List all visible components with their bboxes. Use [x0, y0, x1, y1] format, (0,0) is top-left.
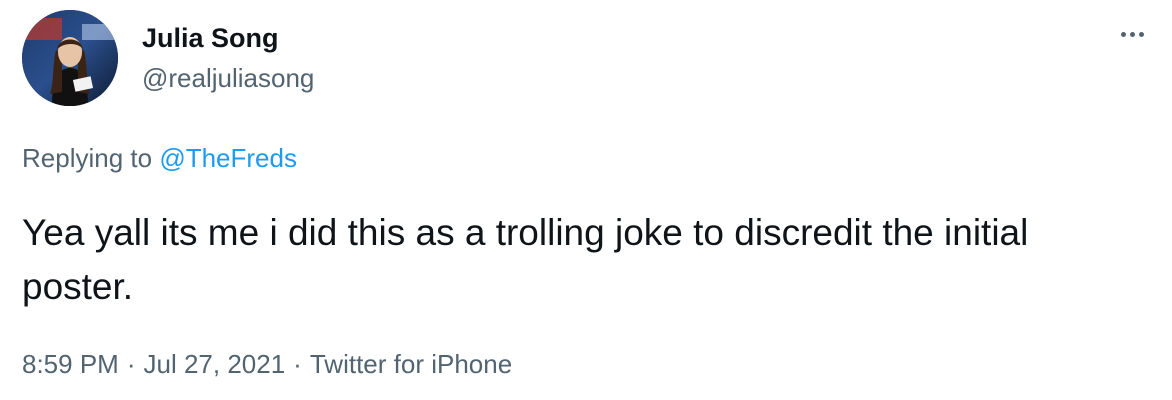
author-display-name[interactable]: Julia Song — [142, 22, 279, 54]
more-horizontal-icon[interactable] — [1114, 22, 1150, 46]
reply-mention-link[interactable]: @TheFreds — [159, 143, 297, 173]
tweet-date[interactable]: Jul 27, 2021 — [144, 349, 286, 379]
reply-prefix: Replying to — [22, 143, 153, 173]
tweet-source[interactable]: Twitter for iPhone — [310, 349, 512, 379]
meta-separator: · — [126, 349, 136, 379]
tweet-time[interactable]: 8:59 PM — [22, 349, 119, 379]
dot — [1129, 31, 1135, 37]
tweet-card: Julia Song @realjuliasong Replying to @T… — [0, 0, 1172, 400]
dot — [1120, 31, 1126, 37]
meta-separator: · — [293, 349, 302, 379]
avatar-photo — [22, 10, 118, 106]
avatar[interactable] — [22, 10, 118, 106]
dot — [1138, 31, 1144, 37]
reply-context: Replying to @TheFreds — [22, 142, 297, 174]
tweet-meta: 8:59 PM · Jul 27, 2021 · Twitter for iPhone — [22, 348, 512, 380]
tweet-text: Yea yall its me i did this as a trolling… — [22, 212, 1029, 307]
author-handle[interactable]: @realjuliasong — [142, 62, 314, 94]
